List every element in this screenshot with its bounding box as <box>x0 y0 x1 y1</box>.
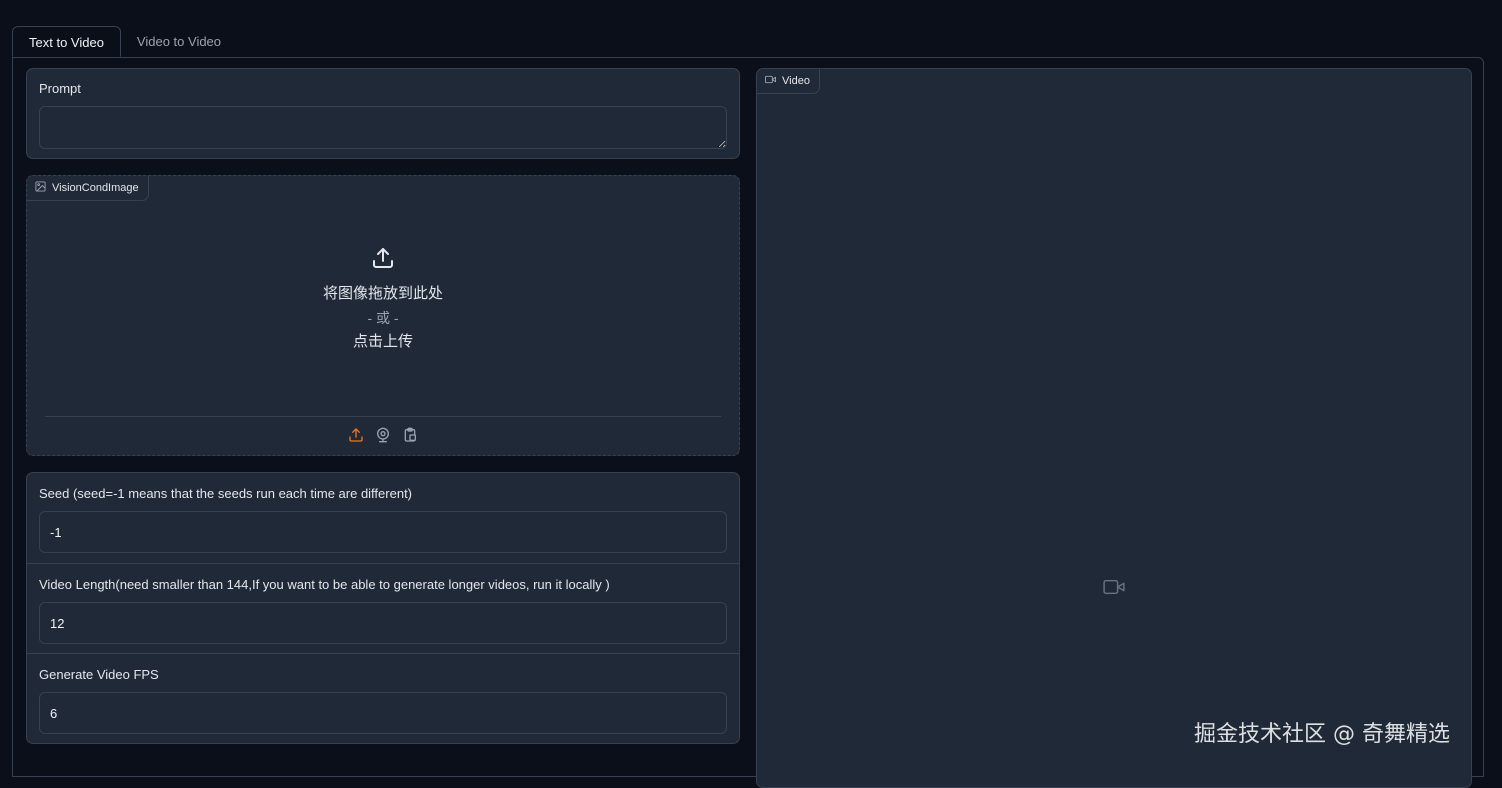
fps-field-group: Generate Video FPS <box>27 653 739 743</box>
video-label: Video <box>782 75 810 87</box>
prompt-label: Prompt <box>39 81 81 96</box>
image-icon <box>35 181 46 195</box>
source-selector <box>27 427 739 443</box>
video-chip: Video <box>757 69 820 94</box>
fps-input[interactable] <box>39 692 727 734</box>
prompt-input[interactable] <box>39 106 727 149</box>
fps-label: Generate Video FPS <box>39 667 159 682</box>
tab-bar: Text to Video Video to Video <box>12 26 237 57</box>
or-text: - 或 - <box>367 310 399 326</box>
drop-text: 将图像拖放到此处 <box>322 285 443 302</box>
tab-panel: Prompt VisionCondImage 将图像拖放到此处 - 或 - 点击… <box>12 57 1484 788</box>
video-output-block: Video <box>756 68 1472 788</box>
prompt-block: Prompt <box>26 68 740 159</box>
clipboard-icon[interactable] <box>402 427 418 443</box>
click-upload-text: 点击上传 <box>352 333 413 350</box>
webcam-icon[interactable] <box>375 427 391 443</box>
upload-icon <box>373 248 393 268</box>
tab-video-to-video[interactable]: Video to Video <box>121 26 237 57</box>
source-divider <box>45 416 721 417</box>
seed-input[interactable] <box>39 511 727 553</box>
seed-field-group: Seed (seed=-1 means that the seeds run e… <box>27 473 739 563</box>
watermark: 掘金技术社区 @ 奇舞精选 <box>1194 722 1450 747</box>
parameters-block: Seed (seed=-1 means that the seeds run e… <box>26 472 740 744</box>
tab-text-to-video[interactable]: Text to Video <box>12 26 121 57</box>
video-length-input[interactable] <box>39 602 727 644</box>
header-link-text[interactable] <box>0 0 1502 9</box>
video-placeholder-icon <box>1103 579 1125 595</box>
vision-cond-image-uploader[interactable]: VisionCondImage 将图像拖放到此处 - 或 - 点击上传 <box>26 175 740 456</box>
vision-cond-image-label: VisionCondImage <box>52 182 139 194</box>
vision-cond-image-chip: VisionCondImage <box>27 176 149 201</box>
video-length-field-group: Video Length(need smaller than 144,If yo… <box>27 563 739 653</box>
upload-drop-zone[interactable]: 将图像拖放到此处 - 或 - 点击上传 <box>27 246 739 354</box>
upload-source-icon[interactable] <box>348 427 364 443</box>
seed-label: Seed (seed=-1 means that the seeds run e… <box>39 486 413 501</box>
video-length-label: Video Length(need smaller than 144,If yo… <box>39 577 610 592</box>
video-camera-icon <box>765 74 776 88</box>
